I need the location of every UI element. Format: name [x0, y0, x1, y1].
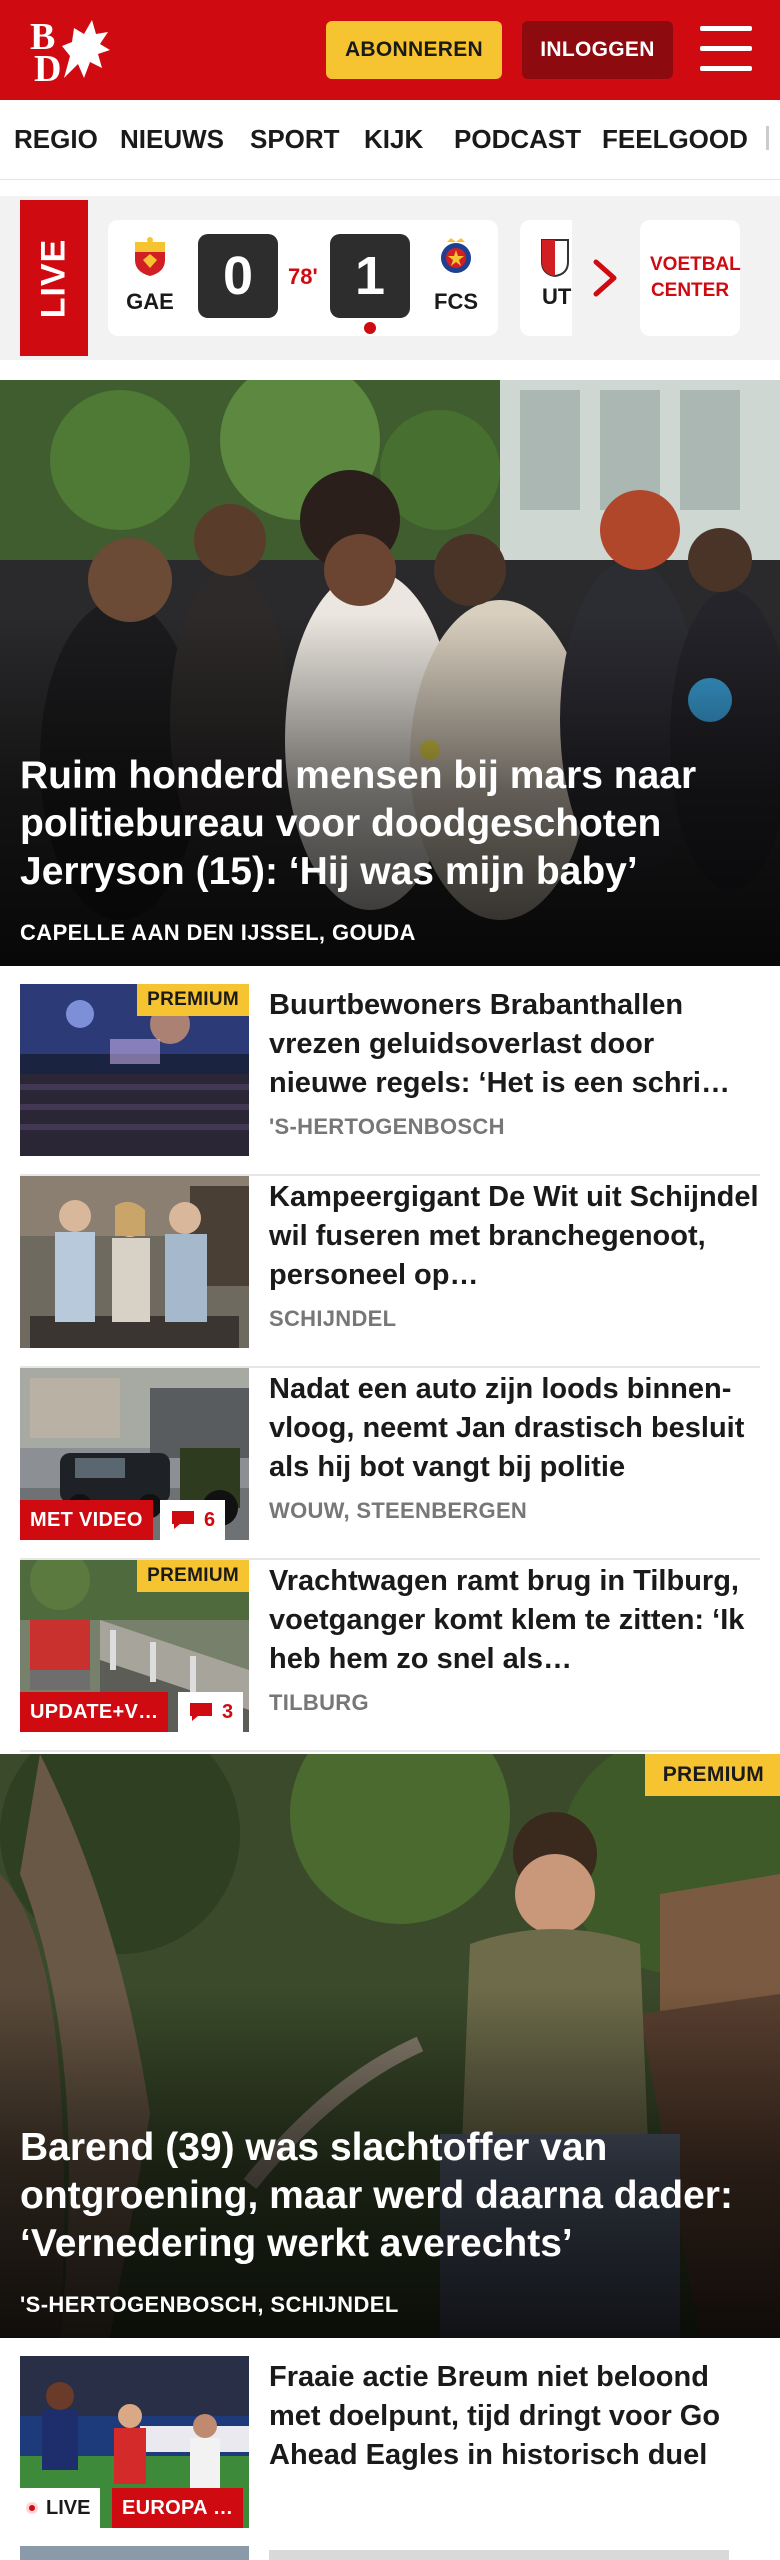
comment-icon [190, 1703, 212, 1721]
category-label: EUROPA … [112, 2488, 244, 2528]
article-location: WOUW, STEENBERGEN [269, 1498, 528, 1523]
dragon-icon [62, 20, 110, 78]
article-title[interactable]: Buurtbewoners Brabanthallen vrezen gelui… [269, 986, 760, 1103]
premium-badge: PREMIUM [644, 1754, 780, 1796]
live-badge: LIVE [20, 200, 88, 356]
voetbal-center-link[interactable]: VOETBAL CENTER [640, 220, 741, 336]
hero-location: CAPELLE AAN DEN IJSSEL, GOUDA [20, 920, 416, 945]
article-thumbnail [20, 1176, 249, 1348]
list-item[interactable]: LIVE EUROPA … Fraaie actie Breum niet be… [20, 2356, 760, 2540]
fcsb-crest-icon [441, 238, 471, 273]
list-item[interactable]: MET VIDEO 6 Nadat een auto zijn loods bi… [20, 1368, 760, 1560]
hero-article[interactable]: Ruim honderd mensen bij mars naar politi… [0, 380, 780, 966]
nav-item-podcast[interactable]: PODCAST [454, 124, 581, 155]
comment-count[interactable]: 3 [178, 1692, 244, 1732]
live-label: LIVE [20, 2488, 101, 2528]
nav-item-sport[interactable]: SPORT [250, 124, 340, 155]
home-team: GAE [120, 236, 180, 315]
premium-badge: PREMIUM [137, 984, 249, 1016]
main-nav: REGIO NIEUWS SPORT KIJK PODCAST FEELGOOD [0, 100, 780, 180]
next-match-card[interactable]: UT [520, 220, 572, 336]
nav-item-feelgood[interactable]: FEELGOOD [602, 124, 748, 155]
list-item[interactable]: PREMIUM Buurtbewoners Brabanthallen vrez… [20, 984, 760, 1176]
three-people-photo [20, 1176, 249, 1348]
video-label: MET VIDEO [20, 1500, 153, 1540]
next-article-thumbnail-peek [20, 2546, 249, 2560]
comment-count[interactable]: 6 [160, 1500, 226, 1540]
nav-overflow-hint [766, 126, 769, 150]
live-dot-icon [26, 2502, 38, 2514]
next-team-name: UT [542, 284, 572, 309]
article-thumbnail: MET VIDEO 6 [20, 1368, 249, 1540]
article-location: TILBURG [269, 1690, 369, 1715]
chevron-right-icon[interactable] [588, 254, 624, 302]
go-ahead-eagles-crest-icon [135, 237, 165, 276]
away-team-name: FCS [434, 289, 478, 314]
article-title[interactable]: Fraaie actie Breum niet beloond met doel… [269, 2358, 760, 2475]
article-location: 'S-HERTOGENBOSCH [269, 1114, 505, 1139]
next-article-title-peek [269, 2550, 729, 2560]
subscribe-button[interactable]: ABONNEREN [326, 21, 502, 79]
article-thumbnail: LIVE EUROPA … [20, 2356, 249, 2528]
article-title[interactable]: Nadat een auto zijn loods binnen­vloog, … [269, 1370, 760, 1487]
login-button[interactable]: INLOGGEN [522, 21, 673, 79]
fc-utrecht-crest-icon [541, 239, 569, 278]
featured-title[interactable]: Barend (39) was slachtoffer van ontgroen… [20, 2124, 756, 2268]
live-scoreboard: LIVE GAE 0 78' 1 FCS UT VOETBAL CENTER [0, 196, 780, 360]
nav-item-kijk[interactable]: KIJK [364, 124, 423, 155]
away-team: FCS [426, 236, 486, 315]
nav-item-nieuws[interactable]: NIEUWS [120, 124, 224, 155]
featured-location: 'S-HERTOGENBOSCH, SCHIJNDEL [20, 2292, 399, 2317]
home-score: 0 [198, 234, 278, 318]
featured-article[interactable]: PREMIUM Barend (39) was slachtoffer van … [0, 1754, 780, 2338]
article-location: SCHIJNDEL [269, 1306, 397, 1331]
site-header: B D ABONNEREN INLOGGEN [0, 0, 780, 100]
nav-item-regio[interactable]: REGIO [14, 124, 98, 155]
article-title[interactable]: Kampeergigant De Wit uit Schijndel wil f… [269, 1178, 760, 1295]
premium-badge: PREMIUM [137, 1560, 249, 1592]
live-indicator-dot [364, 322, 376, 334]
hero-title[interactable]: Ruim honderd mensen bij mars naar politi… [20, 752, 756, 896]
match-card[interactable]: GAE 0 78' 1 FCS [108, 220, 498, 336]
list-item[interactable]: Kampeergigant De Wit uit Schijndel wil f… [20, 1176, 760, 1368]
update-video-label: UPDATE+V… [20, 1692, 169, 1732]
bd-logo[interactable]: B D [26, 14, 112, 88]
away-score: 1 [330, 234, 410, 318]
home-team-name: GAE [126, 289, 174, 314]
article-title[interactable]: Vrachtwagen ramt brug in Tilburg, voetga… [269, 1562, 760, 1679]
match-minute: 78' [288, 264, 318, 289]
article-thumbnail: PREMIUM UPDATE+V… 3 [20, 1560, 249, 1732]
hamburger-icon[interactable] [700, 26, 752, 72]
article-thumbnail: PREMIUM [20, 984, 249, 1156]
comment-icon [172, 1511, 194, 1529]
list-item[interactable]: PREMIUM UPDATE+V… 3 Vrachtwagen ramt bru… [20, 1560, 760, 1752]
